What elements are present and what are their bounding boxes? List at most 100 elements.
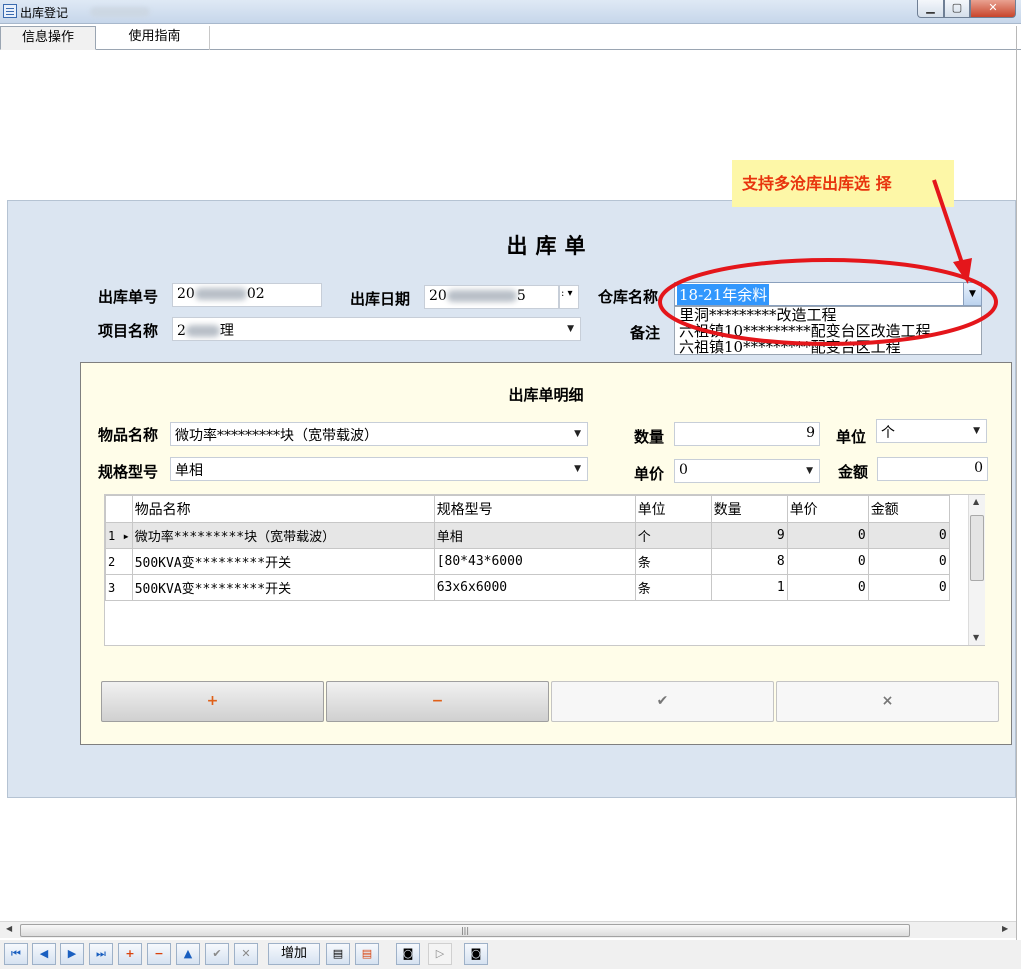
warehouse-selected-value: 18-21年余料 (677, 284, 770, 305)
cell-name[interactable]: 500KVA变*********开关 (131, 574, 435, 601)
maximize-button[interactable]: ▢ (944, 0, 970, 18)
grid-scroll-thumb[interactable] (970, 515, 984, 581)
amount-field[interactable]: 0 (877, 457, 988, 481)
play-icon[interactable]: ▷ (428, 943, 452, 965)
grid-vertical-scrollbar[interactable]: ▲ ▼ (968, 495, 985, 645)
zoom-preview-icon[interactable]: ◙ (464, 943, 488, 965)
chevron-down-icon[interactable]: ▼ (574, 464, 581, 474)
row-indicator: 2 (105, 548, 133, 575)
qty-field[interactable]: 9 (674, 422, 820, 446)
warehouse-select[interactable]: 18-21年余料 ▼ (674, 282, 982, 306)
cell-qty[interactable]: 1 (710, 574, 788, 601)
order-no-suffix: 02 (246, 286, 265, 302)
item-name-select[interactable]: 微功率*********块（宽带载波） ▼ (170, 422, 588, 446)
column-header[interactable]: 金额 (867, 495, 950, 523)
table-row[interactable]: 1 ▸ 微功率*********块（宽带载波） 单相 个 9 0 0 (105, 522, 950, 549)
cell-unit[interactable]: 个 (634, 522, 712, 549)
project-redacted (185, 325, 220, 337)
row-indicator: 3 (105, 574, 133, 601)
column-header[interactable]: 单价 (786, 495, 869, 523)
unit-select[interactable]: 个 ▼ (876, 419, 987, 443)
cell-price[interactable]: 0 (786, 574, 869, 601)
scroll-down-icon[interactable]: ▼ (973, 633, 979, 642)
date-field[interactable]: 20 5 (424, 285, 559, 309)
minimize-button[interactable]: ▁ (917, 0, 944, 18)
cell-price[interactable]: 0 (786, 522, 869, 549)
cell-name[interactable]: 微功率*********块（宽带载波） (131, 522, 435, 549)
close-button[interactable]: ✕ (970, 0, 1016, 18)
cancel-record-icon[interactable]: ✕ (234, 943, 258, 965)
column-header[interactable]: 物品名称 (131, 495, 435, 523)
price-value: 0 (679, 462, 688, 478)
record-navigator: ⏮ ◀ ▶ ⏭ + − ▲ ✔ ✕ 增加 ▤ ▤ ◙ ▷ ◙ (0, 940, 1021, 969)
qty-label: 数量 (634, 428, 665, 446)
chevron-down-icon[interactable]: ▼ (567, 324, 574, 334)
column-header[interactable]: 数量 (710, 495, 788, 523)
remove-row-button[interactable]: − (326, 681, 549, 722)
cell-qty[interactable]: 9 (710, 522, 788, 549)
project-suffix: 理 (219, 323, 234, 339)
chevron-down-icon[interactable]: ▼ (574, 429, 581, 439)
chevron-down-icon[interactable]: ▼ (973, 426, 980, 436)
date-prefix: 20 (429, 288, 447, 304)
table-row[interactable]: 3 500KVA变*********开关 63x6x6000 条 1 0 0 (105, 574, 950, 601)
preview-icon[interactable]: ◙ (396, 943, 420, 965)
table-header-row: 物品名称 规格型号 单位 数量 单价 金额 (105, 495, 950, 523)
warehouse-option[interactable]: 六祖镇10*********配变台区工程 (679, 339, 901, 354)
cell-amount[interactable]: 0 (867, 574, 950, 601)
cell-amount[interactable]: 0 (867, 548, 950, 575)
date-suffix: 5 (516, 288, 526, 304)
cell-spec[interactable]: 63x6x6000 (433, 574, 636, 601)
edit-record-icon[interactable]: ▲ (176, 943, 200, 965)
horizontal-scroll-thumb[interactable]: ||| (20, 924, 910, 937)
spec-select[interactable]: 单相 ▼ (170, 457, 588, 481)
cell-amount[interactable]: 0 (867, 522, 950, 549)
first-record-icon[interactable]: ⏮ (4, 943, 28, 965)
price-select[interactable]: 0 ▼ (674, 459, 820, 483)
price-label: 单价 (634, 465, 665, 483)
print-icon[interactable]: ▤ (326, 943, 350, 965)
detail-grid: 物品名称 规格型号 单位 数量 单价 金额 1 ▸ 微功率*********块（… (104, 494, 985, 646)
date-spinner[interactable]: : ▾ (559, 285, 579, 309)
date-label: 出库日期 (350, 290, 411, 308)
warehouse-option[interactable]: 里洞*********改造工程 (679, 307, 837, 323)
last-record-icon[interactable]: ⏭ (89, 943, 113, 965)
prev-record-icon[interactable]: ◀ (32, 943, 56, 965)
warehouse-option[interactable]: 六祖镇10*********配变台区改造工程 (679, 323, 931, 339)
next-record-icon[interactable]: ▶ (60, 943, 84, 965)
column-header[interactable]: 规格型号 (433, 495, 636, 523)
column-header[interactable]: 单位 (634, 495, 712, 523)
post-record-icon[interactable]: ✔ (205, 943, 229, 965)
app-icon (3, 4, 17, 18)
tab-user-guide[interactable]: 使用指南 (100, 26, 210, 50)
print-export-icon[interactable]: ▤ (355, 943, 379, 965)
chevron-down-icon[interactable]: ▼ (963, 283, 981, 305)
cell-price[interactable]: 0 (786, 548, 869, 575)
cell-unit[interactable]: 条 (634, 574, 712, 601)
project-select[interactable]: 2 理 ▼ (172, 317, 581, 341)
cell-spec[interactable]: 单相 (433, 522, 636, 549)
chevron-down-icon[interactable]: ▼ (806, 466, 813, 476)
warehouse-dropdown-list: 里洞*********改造工程 六祖镇10*********配变台区改造工程 六… (674, 306, 982, 355)
cancel-button[interactable]: × (776, 681, 999, 722)
insert-record-icon[interactable]: + (118, 943, 142, 965)
cell-spec[interactable]: [80*43*6000 (433, 548, 636, 575)
add-row-button[interactable]: + (101, 681, 324, 722)
order-no-field[interactable]: 20 02 (172, 283, 322, 307)
row-indicator-header (105, 495, 133, 523)
cell-unit[interactable]: 条 (634, 548, 712, 575)
add-button[interactable]: 增加 (268, 943, 320, 965)
detail-title: 出库单明细 (508, 386, 584, 404)
scroll-up-icon[interactable]: ▲ (973, 497, 979, 506)
horizontal-scrollbar[interactable]: ◀ ||| ▶ (0, 921, 1016, 938)
cell-name[interactable]: 500KVA变*********开关 (131, 548, 435, 575)
cell-qty[interactable]: 8 (710, 548, 788, 575)
delete-record-icon[interactable]: − (147, 943, 171, 965)
scroll-left-icon[interactable]: ◀ (6, 924, 12, 933)
confirm-button[interactable]: ✔ (551, 681, 774, 722)
tab-info-operation[interactable]: 信息操作 (0, 26, 96, 50)
scroll-right-icon[interactable]: ▶ (1002, 924, 1008, 933)
table-row[interactable]: 2 500KVA变*********开关 [80*43*6000 条 8 0 0 (105, 548, 950, 575)
window-right-border (1016, 26, 1021, 940)
amount-label: 金额 (838, 463, 869, 481)
